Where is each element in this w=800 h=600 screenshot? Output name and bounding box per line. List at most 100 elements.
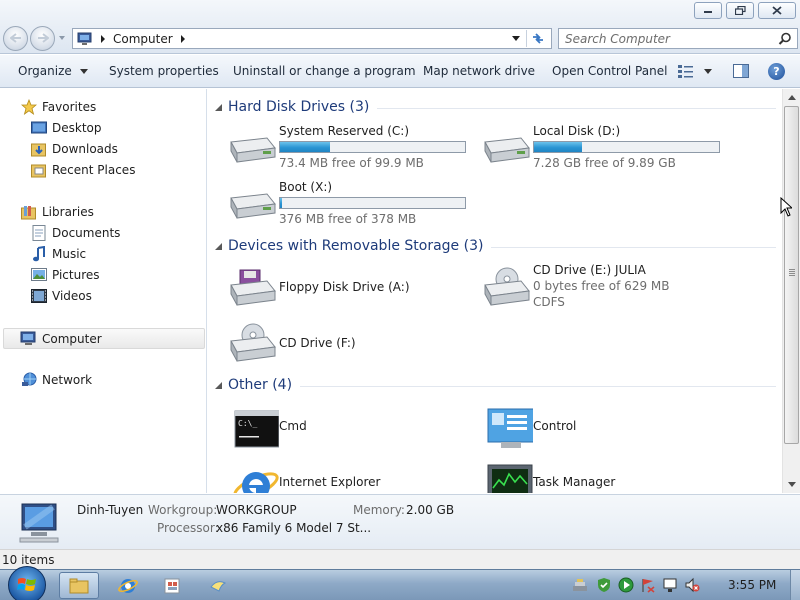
nav-network[interactable]: Network	[20, 370, 92, 390]
search-icon[interactable]	[778, 32, 792, 46]
drive-name: Boot (X:)	[279, 180, 333, 194]
close-button[interactable]	[758, 2, 796, 19]
uninstall-program-button[interactable]: Uninstall or change a program	[233, 64, 416, 78]
nav-downloads[interactable]: Downloads	[30, 139, 118, 159]
tray-play-icon[interactable]	[618, 577, 634, 593]
item-name: Control	[533, 419, 577, 433]
group-divider	[377, 107, 776, 109]
preview-pane-icon[interactable]	[733, 64, 749, 78]
scroll-up-button[interactable]	[783, 89, 800, 106]
nav-music[interactable]: Music	[30, 244, 86, 264]
tray-security-icon[interactable]	[596, 577, 612, 593]
network-icon	[20, 372, 37, 388]
hard-drive-icon	[230, 193, 276, 219]
collapse-triangle-icon[interactable]	[214, 242, 223, 251]
chevron-down-icon	[704, 68, 712, 74]
organize-button[interactable]: Organize	[18, 64, 88, 78]
workgroup-value: WORKGROUP	[216, 503, 297, 517]
organize-label: Organize	[18, 64, 72, 78]
group-header-other[interactable]: Other (4)	[214, 376, 776, 394]
tray-volume-muted-icon[interactable]	[684, 577, 700, 593]
address-dropdown-icon[interactable]	[512, 35, 521, 43]
vertical-scrollbar[interactable]	[782, 89, 800, 493]
group-title: Devices with Removable Storage (3)	[228, 238, 484, 254]
search-box[interactable]	[558, 28, 798, 49]
item-name: Cmd	[279, 419, 307, 433]
help-button[interactable]: ?	[768, 63, 785, 80]
nav-recent-places[interactable]: Recent Places	[30, 160, 135, 180]
bird-icon	[210, 580, 227, 592]
item-tile-cmd[interactable]: C:\_ Cmd	[217, 402, 467, 454]
taskbar-bird-button[interactable]	[198, 572, 238, 599]
start-button[interactable]	[8, 566, 46, 600]
item-tile-internet-explorer[interactable]: Internet Explorer	[217, 458, 467, 493]
memory-label: Memory:	[353, 503, 405, 517]
nav-pictures[interactable]: Pictures	[30, 265, 100, 285]
mouse-cursor-icon	[780, 197, 792, 217]
restore-button[interactable]	[726, 2, 754, 19]
nav-libraries-label: Libraries	[42, 205, 94, 219]
nav-libraries[interactable]: Libraries	[20, 202, 94, 222]
taskbar-app-button[interactable]	[152, 572, 192, 599]
drive-tile-a[interactable]: Floppy Disk Drive (A:)	[217, 263, 467, 315]
item-tile-task-manager[interactable]: Task Manager	[471, 458, 721, 493]
nav-favorites[interactable]: Favorites	[20, 97, 96, 117]
map-network-drive-button[interactable]: Map network drive	[423, 64, 535, 78]
group-header-removable[interactable]: Devices with Removable Storage (3)	[214, 237, 776, 255]
collapse-triangle-icon[interactable]	[214, 103, 223, 112]
drive-free-space: 7.28 GB free of 9.89 GB	[533, 156, 676, 170]
system-properties-button[interactable]: System properties	[109, 64, 219, 78]
item-tile-control[interactable]: Control	[471, 402, 721, 454]
show-desktop-button[interactable]	[790, 570, 800, 600]
drive-tile-c[interactable]: System Reserved (C:) 73.4 MB free of 99.…	[217, 124, 467, 176]
scroll-down-button[interactable]	[783, 476, 800, 493]
hard-drive-icon	[484, 137, 530, 163]
chevron-up-icon	[787, 95, 796, 100]
collapse-triangle-icon[interactable]	[214, 381, 223, 390]
scroll-thumb[interactable]	[784, 106, 799, 444]
drive-name: CD Drive (E:) JULIA	[533, 263, 646, 277]
breadcrumb-arrow-icon[interactable]	[100, 34, 106, 43]
minimize-icon	[704, 10, 712, 13]
drive-tile-d[interactable]: Local Disk (D:) 7.28 GB free of 9.89 GB	[471, 124, 721, 176]
minimize-button[interactable]	[694, 2, 722, 19]
drive-name: CD Drive (F:)	[279, 336, 356, 350]
desktop-icon	[30, 120, 47, 136]
nav-documents[interactable]: Documents	[30, 223, 120, 243]
taskbar-clock[interactable]: 3:55 PM	[728, 578, 776, 592]
drive-tile-x[interactable]: Boot (X:) 376 MB free of 378 MB	[217, 180, 467, 232]
recent-pages-dropdown-icon[interactable]	[58, 34, 66, 42]
drive-free-space: 376 MB free of 378 MB	[279, 212, 417, 226]
tray-flag-icon[interactable]	[640, 577, 656, 593]
breadcrumb-arrow-icon[interactable]	[180, 34, 186, 43]
chevron-down-icon	[79, 69, 88, 74]
taskbar-ie-button[interactable]	[108, 572, 148, 599]
cd-drive-icon	[230, 323, 276, 362]
nav-computer[interactable]: Computer	[3, 328, 205, 349]
forward-button[interactable]	[30, 25, 55, 51]
search-input[interactable]	[559, 29, 769, 48]
item-name: Task Manager	[533, 475, 616, 489]
hard-drive-icon	[230, 137, 276, 163]
tray-display-icon[interactable]	[662, 577, 678, 593]
address-bar[interactable]: Computer	[72, 28, 552, 49]
refresh-icon[interactable]	[530, 31, 546, 46]
computer-small-icon	[77, 32, 92, 45]
back-button[interactable]	[3, 25, 28, 51]
tray-network-icon[interactable]	[572, 578, 588, 593]
nav-desktop[interactable]: Desktop	[30, 118, 102, 138]
svg-text:C:\_: C:\_	[238, 419, 257, 428]
drive-usage-bar	[533, 141, 720, 153]
nav-videos[interactable]: Videos	[30, 286, 92, 306]
star-icon	[20, 99, 37, 115]
nav-documents-label: Documents	[52, 226, 121, 240]
internet-explorer-icon	[118, 578, 138, 593]
system-tray	[572, 577, 700, 593]
group-header-hard-disks[interactable]: Hard Disk Drives (3)	[214, 98, 776, 116]
taskbar-explorer-button[interactable]	[59, 572, 99, 599]
drive-tile-e[interactable]: CD Drive (E:) JULIA 0 bytes free of 629 …	[471, 263, 721, 315]
open-control-panel-button[interactable]: Open Control Panel	[552, 64, 667, 78]
change-view-button[interactable]	[678, 64, 712, 78]
drive-tile-f[interactable]: CD Drive (F:)	[217, 319, 467, 371]
breadcrumb-computer[interactable]: Computer	[113, 32, 173, 46]
